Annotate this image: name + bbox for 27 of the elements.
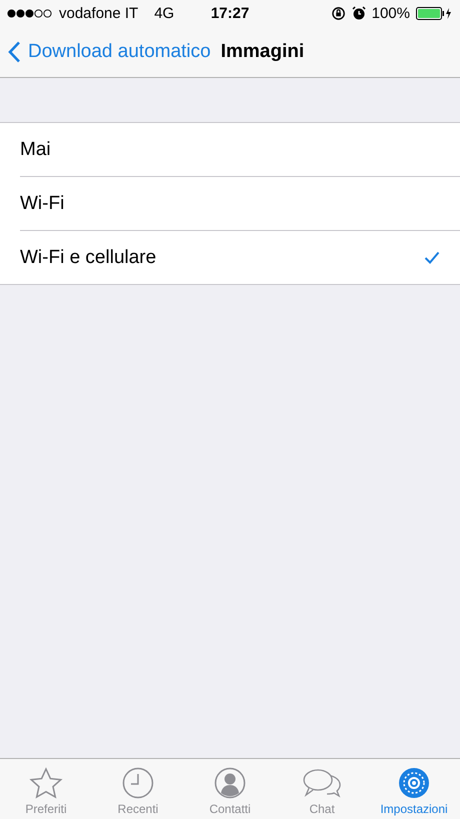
- clock-icon: [122, 767, 154, 799]
- rotation-lock-icon: [330, 6, 346, 20]
- status-time: 17:27: [210, 4, 250, 22]
- carrier-name: vodafone IT: [59, 4, 138, 22]
- tab-button[interactable]: Recenti: [92, 759, 184, 819]
- settings-icon: [398, 767, 430, 799]
- tab-button[interactable]: Chat: [276, 759, 368, 819]
- chevron-left-icon: [8, 40, 21, 62]
- tab-button[interactable]: Contatti: [184, 759, 276, 819]
- option-label: Wi-Fi: [20, 192, 64, 214]
- battery-percent: 100%: [372, 4, 410, 22]
- signal-icon: [7, 8, 53, 18]
- tab-button[interactable]: Preferiti: [0, 759, 92, 819]
- page-title: Immagini: [220, 40, 304, 62]
- star-icon: [29, 767, 63, 799]
- option-row[interactable]: Wi-Fi: [20, 177, 460, 231]
- option-label: Mai: [20, 138, 51, 160]
- tab-button[interactable]: Impostazioni: [368, 759, 460, 819]
- battery-charging-icon: [416, 6, 452, 20]
- network-type: 4G: [154, 4, 174, 22]
- option-label: Wi-Fi e cellulare: [20, 246, 156, 268]
- back-button[interactable]: Download automatico: [8, 40, 211, 62]
- chat-bubbles-icon: [302, 767, 342, 799]
- option-row[interactable]: Wi-Fi e cellulare: [20, 231, 460, 284]
- alarm-clock-icon: [352, 6, 366, 20]
- option-row[interactable]: Mai: [20, 123, 460, 177]
- contact-icon: [214, 767, 246, 799]
